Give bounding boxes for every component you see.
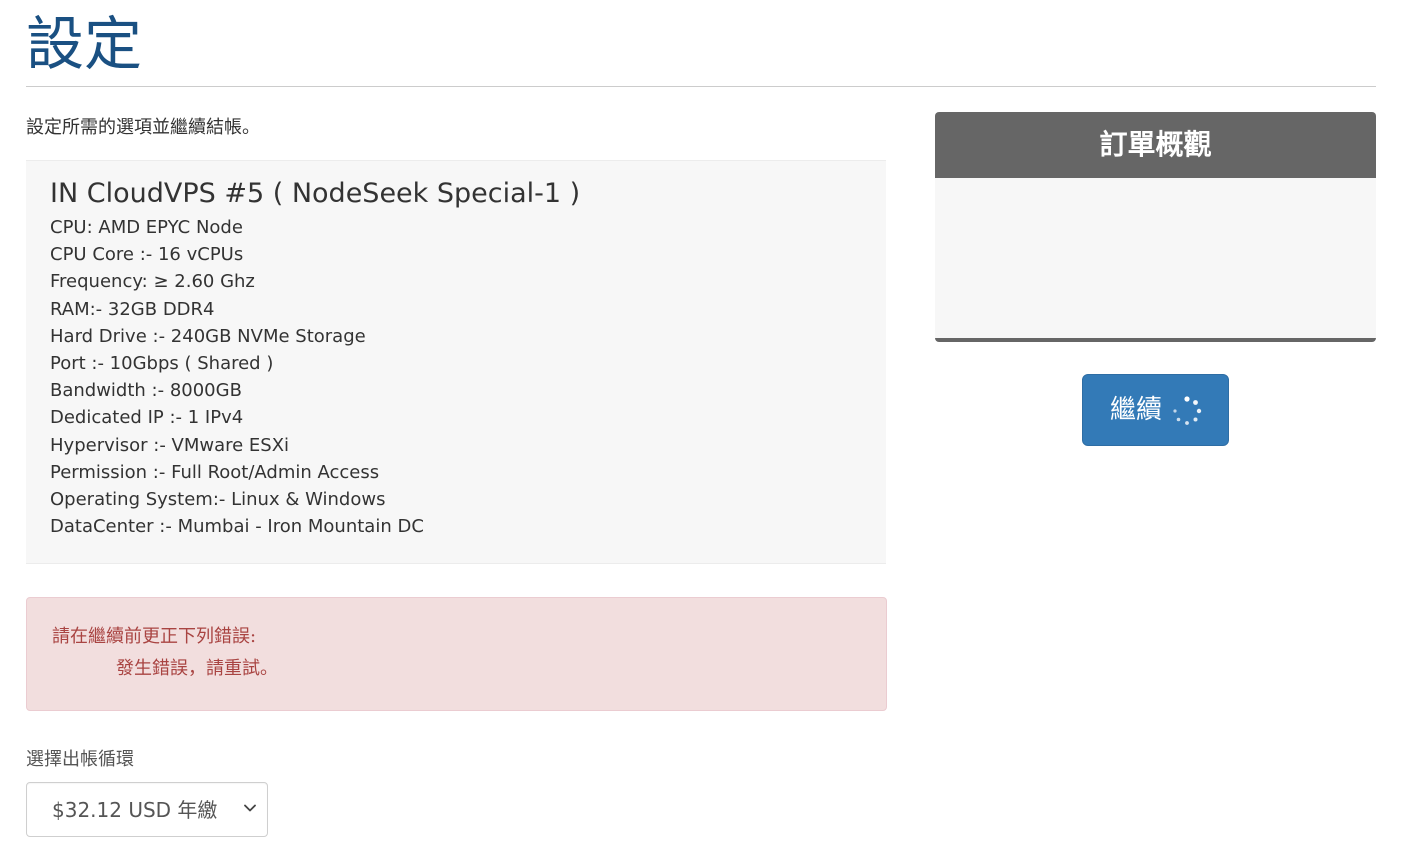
product-name: IN CloudVPS #5 ( NodeSeek Special-1 ) <box>50 178 581 209</box>
spec-item: Dedicated IP :- 1 IPv4 <box>50 407 244 429</box>
product-spec-list: CPU: AMD EPYC Node CPU Core :- 16 vCPUs … <box>50 214 424 540</box>
billing-cycle-select[interactable]: $32.12 USD 年繳 <box>26 782 268 837</box>
spec-item: CPU: AMD EPYC Node <box>50 217 243 238</box>
continue-button-label: 繼續 <box>1110 395 1163 425</box>
title-divider <box>26 86 1376 87</box>
spec-item: RAM:- 32GB DDR4 <box>50 298 215 320</box>
spec-item: Hypervisor :- VMware ESXi <box>50 434 290 456</box>
continue-button[interactable]: 繼續 <box>1082 374 1229 446</box>
spinner-icon <box>1173 396 1202 425</box>
spec-item: DataCenter :- Mumbai - Iron Mountain DC <box>50 516 424 538</box>
order-summary-title: 訂單概觀 <box>935 112 1376 178</box>
spec-item: Permission :- Full Root/Admin Access <box>50 461 380 483</box>
order-summary-panel: 訂單概觀 <box>935 112 1376 342</box>
spec-item: Port :- 10Gbps ( Shared ) <box>50 353 274 375</box>
chevron-down-icon <box>244 804 256 812</box>
billing-cycle-label: 選擇出帳循環 <box>26 749 134 770</box>
intro-text: 設定所需的選項並繼續結帳。 <box>26 117 260 138</box>
error-alert: 請在繼續前更正下列錯誤: 發生錯誤，請重試。 <box>26 597 887 711</box>
error-message: 發生錯誤，請重試。 <box>116 658 278 679</box>
spec-item: Hard Drive :- 240GB NVMe Storage <box>50 325 366 347</box>
product-info-panel: IN CloudVPS #5 ( NodeSeek Special-1 ) CP… <box>26 160 886 564</box>
error-heading: 請在繼續前更正下列錯誤: <box>52 626 257 647</box>
spec-item: Bandwidth :- 8000GB <box>50 380 242 402</box>
spec-item: Operating System:- Linux & Windows <box>50 489 386 511</box>
spec-item: Frequency: ≥ 2.60 Ghz <box>50 271 255 293</box>
page-title: 設定 <box>26 10 143 78</box>
spec-item: CPU Core :- 16 vCPUs <box>50 244 244 266</box>
billing-cycle-value: $32.12 USD 年繳 <box>52 798 218 822</box>
